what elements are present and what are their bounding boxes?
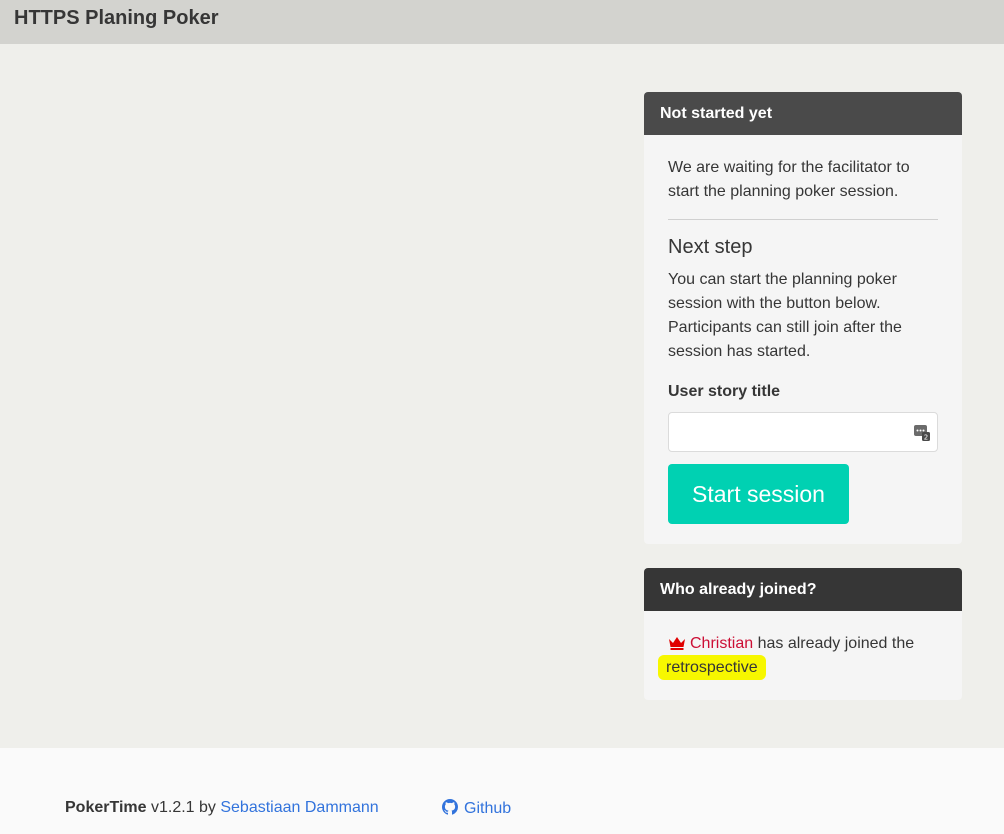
page-footer: PokerTime v1.2.1 by Sebastiaan Dammann G… <box>0 748 1004 834</box>
session-status-panel: Not started yet We are waiting for the f… <box>644 92 962 544</box>
author-link[interactable]: Sebastiaan Dammann <box>220 799 378 816</box>
divider <box>668 219 938 220</box>
user-story-title-input[interactable] <box>668 412 938 452</box>
crown-icon <box>669 637 685 650</box>
github-icon[interactable] <box>442 799 458 815</box>
next-step-text: You can start the planning poker session… <box>668 271 902 360</box>
github-link[interactable]: Github <box>464 800 511 817</box>
user-story-title-field-wrapper: 2 <box>668 412 938 452</box>
session-type-highlight: retrospective <box>658 655 766 680</box>
participant-list-item: Christian has already joined the retrosp… <box>658 632 948 680</box>
footer-version: v1.2.1 by <box>146 799 221 816</box>
next-step-heading: Next step <box>668 236 753 258</box>
svg-text:2: 2 <box>924 434 928 442</box>
joined-panel-header: Who already joined? <box>644 568 962 611</box>
github-link-wrapper: Github <box>442 799 511 818</box>
app-title[interactable]: HTTPS Planing Poker <box>14 7 218 30</box>
footer-app-name: PokerTime <box>65 799 147 816</box>
status-panel-header: Not started yet <box>644 92 962 135</box>
joined-participants-panel: Who already joined? Christian has alread… <box>644 568 962 700</box>
waiting-message: We are waiting for the facilitator to st… <box>668 159 910 200</box>
password-manager-icon[interactable]: 2 <box>914 423 930 441</box>
user-story-title-label: User story title <box>668 383 781 400</box>
footer-credits: PokerTime v1.2.1 by Sebastiaan Dammann <box>65 799 379 817</box>
joined-text: has already joined the <box>753 635 915 652</box>
start-session-button[interactable]: Start session <box>668 464 849 524</box>
participant-name: Christian <box>690 635 754 652</box>
top-navbar: HTTPS Planing Poker <box>0 0 1004 44</box>
